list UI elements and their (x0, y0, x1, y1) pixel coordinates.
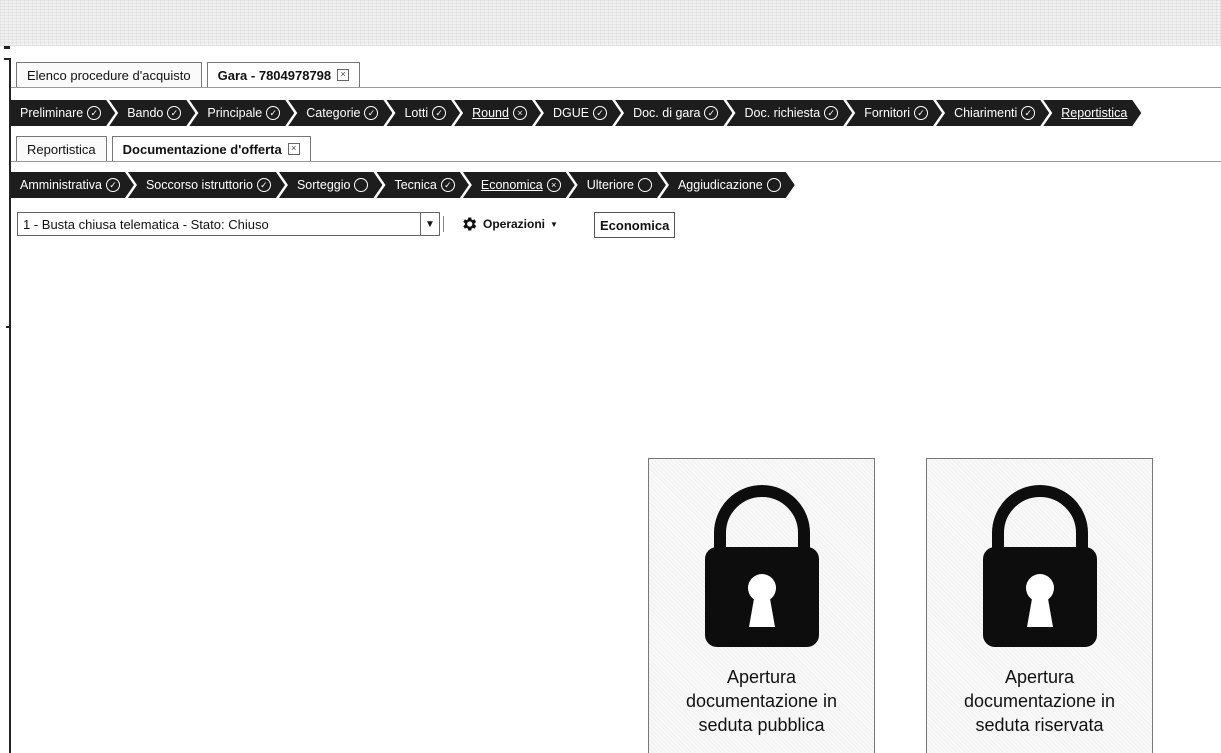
lock-icon (982, 485, 1097, 647)
check-circle-icon: ✓ (257, 178, 271, 192)
offer-steps-bar: Amministrativa ✓ Soccorso istruttorio ✓ Sort… (11, 172, 789, 198)
operazioni-label: Operazioni (483, 217, 546, 231)
gear-icon (463, 217, 477, 231)
workflow-step-preliminare[interactable]: Preliminare ✓ (11, 100, 115, 126)
busta-select-value: 1 - Busta chiusa telematica - Stato: Chi… (23, 216, 269, 232)
tab-label: Documentazione d'offerta (122, 141, 282, 157)
close-icon[interactable]: × (287, 143, 300, 155)
card-caption: Apertura documentazione in seduta riserv… (963, 667, 1116, 735)
empty-circle-icon (354, 178, 368, 192)
step-label: Chiarimenti (954, 106, 1018, 120)
tab-label: Elenco procedure d'acquisto (27, 67, 191, 83)
workflow-step-doc-di-gara[interactable]: Doc. di gara ✓ (615, 100, 732, 126)
tab-elenco-procedure[interactable]: Elenco procedure d'acquisto (16, 62, 202, 88)
step-label: DGUE (552, 106, 590, 120)
tab-label: Reportistica (27, 141, 96, 157)
step-label: Economica (480, 178, 543, 192)
tab-reportistica[interactable]: Reportistica (16, 136, 107, 162)
workflow-step-chiarimenti[interactable]: Chiarimenti ✓ (936, 100, 1049, 126)
tab-label: Gara - 7804978798 (217, 67, 332, 83)
offer-step-tecnica[interactable]: Tecnica ✓ (376, 172, 468, 198)
step-label: Doc. di gara (633, 106, 701, 120)
step-label: Doc. richiesta (744, 106, 821, 120)
workflow-step-bando[interactable]: Bando ✓ (109, 100, 195, 126)
step-label: Fornitori (864, 106, 911, 120)
step-label: Reportistica (1061, 106, 1128, 120)
check-circle-icon: ✓ (441, 178, 455, 192)
check-circle-icon: ✓ (87, 106, 101, 120)
offer-step-sorteggio[interactable]: Sorteggio (279, 172, 383, 198)
offer-step-ulteriore[interactable]: Ulteriore (569, 172, 666, 198)
close-icon[interactable]: × (337, 69, 350, 81)
busta-select[interactable]: 1 - Busta chiusa telematica - Stato: Chi… (17, 212, 440, 236)
step-label: Bando (127, 106, 164, 120)
check-circle-icon: ✓ (266, 106, 280, 120)
check-circle-icon: ✓ (432, 106, 446, 120)
economica-label: Economica (600, 217, 670, 233)
economica-button[interactable]: Economica (594, 212, 676, 238)
sub-tabbar: Reportistica Documentazione d'offerta × (16, 136, 311, 162)
step-label: Sorteggio (296, 178, 351, 192)
step-label: Aggiudicazione (677, 178, 763, 192)
check-circle-icon: ✓ (824, 106, 838, 120)
step-label: Amministrativa (20, 178, 102, 192)
tab-divider (11, 87, 1221, 88)
toolbar-separator (443, 216, 444, 232)
tab-documentazione-offerta[interactable]: Documentazione d'offerta × (111, 136, 311, 162)
empty-circle-icon (638, 178, 652, 192)
tab-divider (11, 161, 1221, 162)
chevron-down-icon[interactable]: ▼ (420, 213, 439, 235)
offer-step-economica[interactable]: Economica × (463, 172, 575, 198)
step-label: Categorie (306, 106, 361, 120)
step-label: Round (472, 106, 509, 120)
main-tabbar: Elenco procedure d'acquisto Gara - 78049… (16, 62, 361, 88)
step-label: Principale (207, 106, 263, 120)
workflow-step-categorie[interactable]: Categorie ✓ (288, 100, 392, 126)
x-circle-icon: × (547, 178, 561, 192)
workflow-step-lotti[interactable]: Lotti ✓ (386, 100, 460, 126)
left-border (9, 60, 11, 753)
check-circle-icon: ✓ (914, 106, 928, 120)
card-caption: Apertura documentazione in seduta pubbli… (685, 667, 838, 735)
offer-step-soccorso-istruttorio[interactable]: Soccorso istruttorio ✓ (128, 172, 285, 198)
check-circle-icon: ✓ (593, 106, 607, 120)
workflow-step-round[interactable]: Round × (454, 100, 541, 126)
x-circle-icon: × (513, 106, 527, 120)
workflow-step-fornitori[interactable]: Fornitori ✓ (846, 100, 942, 126)
check-circle-icon: ✓ (364, 106, 378, 120)
offer-step-amministrativa[interactable]: Amministrativa ✓ (11, 172, 134, 198)
step-label: Tecnica (394, 178, 437, 192)
apertura-riservata-card[interactable]: Apertura documentazione in seduta riserv… (926, 458, 1153, 753)
step-label: Lotti (404, 106, 429, 120)
caret-down-icon: ▼ (550, 219, 558, 229)
tab-gara[interactable]: Gara - 7804978798 × (206, 62, 361, 88)
check-circle-icon: ✓ (1021, 106, 1035, 120)
operazioni-menu-button[interactable]: Operazioni ▼ (460, 212, 558, 236)
step-label: Soccorso istruttorio (145, 178, 253, 192)
step-label: Ulteriore (586, 178, 634, 192)
workflow-step-doc-richiesta[interactable]: Doc. richiesta ✓ (726, 100, 852, 126)
workflow-steps-bar: Preliminare ✓ Bando ✓ Principale ✓ Categorie ✓ L… (11, 100, 1135, 126)
step-label: Preliminare (20, 106, 84, 120)
check-circle-icon: ✓ (106, 178, 120, 192)
offer-step-aggiudicazione[interactable]: Aggiudicazione (660, 172, 795, 198)
workflow-step-dgue[interactable]: DGUE ✓ (535, 100, 621, 126)
check-circle-icon: ✓ (704, 106, 718, 120)
left-tick (4, 46, 10, 49)
workflow-step-reportistica[interactable]: Reportistica (1043, 100, 1141, 126)
top-noise-strip (0, 0, 1221, 46)
empty-circle-icon (767, 178, 781, 192)
workflow-step-principale[interactable]: Principale ✓ (189, 100, 294, 126)
lock-icon (704, 485, 819, 647)
apertura-pubblica-card[interactable]: Apertura documentazione in seduta pubbli… (648, 458, 875, 753)
check-circle-icon: ✓ (167, 106, 181, 120)
